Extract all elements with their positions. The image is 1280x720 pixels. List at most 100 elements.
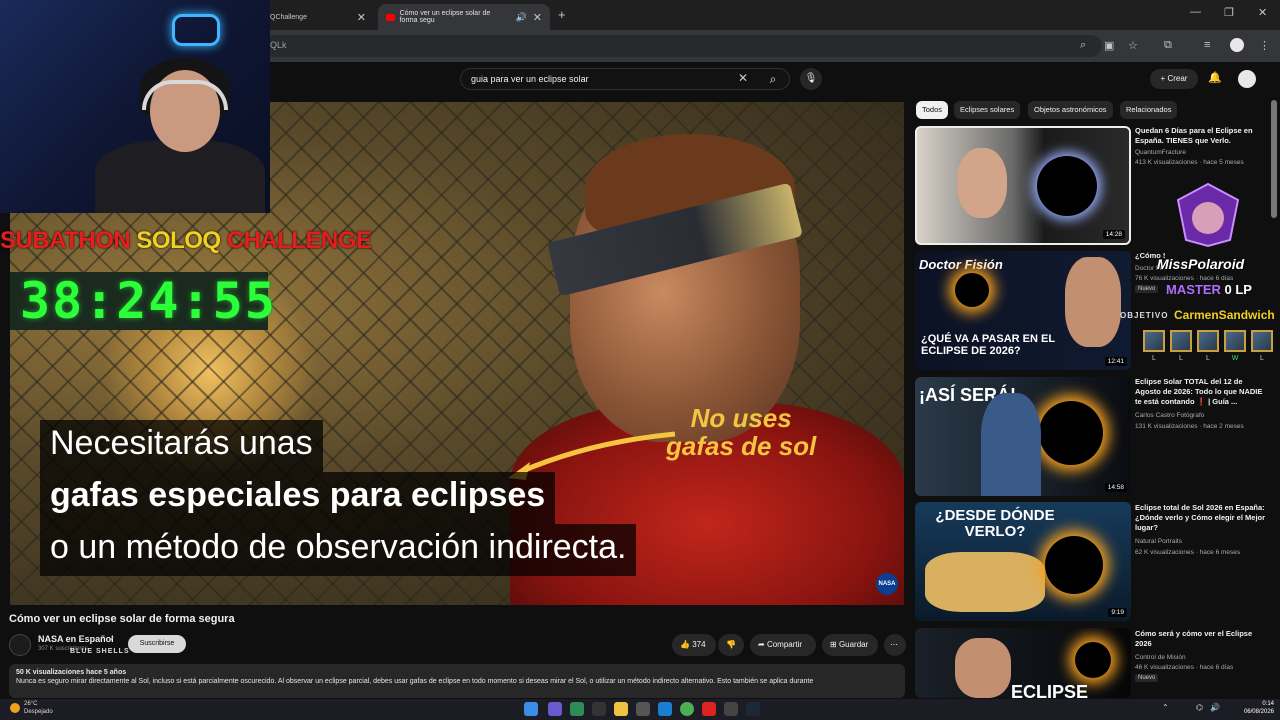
- objective-target: CarmenSandwich: [1174, 308, 1275, 322]
- new-badge: Nuevo: [1135, 674, 1159, 682]
- browser-menu-icon[interactable]: ⋮: [1259, 39, 1270, 52]
- address-bar[interactable]: QLk: [262, 35, 1102, 57]
- related-video-title[interactable]: Cómo será y cómo ver el Eclipse 2026: [1135, 629, 1270, 649]
- thumb-text: ¿DESDE DÓNDE VERLO?: [935, 507, 1055, 540]
- like-button[interactable]: 👍 374: [672, 634, 716, 656]
- taskbar-app-icon[interactable]: [702, 702, 716, 716]
- video-duration: 14:58: [1104, 483, 1127, 492]
- master-rank-emblem-icon: [1176, 182, 1240, 248]
- presenter-figure: [981, 393, 1041, 496]
- windows-start-icon[interactable]: [524, 702, 538, 716]
- close-window-icon[interactable]: ✕: [1258, 6, 1267, 19]
- minimize-window-icon[interactable]: —: [1190, 6, 1201, 18]
- subathon-word: SUBATHON: [0, 227, 137, 254]
- browser-tab-active[interactable]: Cómo ver un eclipse solar de forma segu …: [378, 4, 550, 30]
- channel-avatar[interactable]: [9, 634, 31, 656]
- create-label: Crear: [1167, 74, 1188, 83]
- file-explorer-icon[interactable]: [614, 702, 628, 716]
- presenter-face: [957, 148, 1007, 218]
- video-thumbnail[interactable]: Doctor Fisión ¿QUÉ VA A PASAR EN EL ECLI…: [915, 251, 1131, 370]
- video-thumbnail[interactable]: 14:28: [915, 126, 1131, 245]
- chip-todos[interactable]: Todos: [916, 101, 949, 119]
- scrollbar[interactable]: [1271, 100, 1277, 218]
- new-badge: Nuevo: [1135, 285, 1159, 293]
- video-duration: 14:28: [1102, 230, 1125, 239]
- clear-search-icon[interactable]: ✕: [738, 71, 748, 85]
- webcam-overlay: [0, 0, 270, 213]
- chrome-icon[interactable]: [680, 702, 694, 716]
- video-thumbnail[interactable]: ¿DESDE DÓNDE VERLO? 9:19: [915, 502, 1131, 621]
- zoom-icon[interactable]: ⌕: [1080, 39, 1086, 52]
- weather-widget[interactable]: 26°C Despejado: [24, 700, 53, 716]
- description-box[interactable]: 50 K visualizaciones hace 5 años Nunca e…: [9, 664, 905, 698]
- video-title: Cómo ver un eclipse solar de forma segur…: [9, 613, 235, 625]
- taskbar-app-icon[interactable]: [724, 702, 738, 716]
- save-label: Guardar: [838, 640, 869, 649]
- chip-relacionados[interactable]: Relacionados: [1120, 101, 1178, 119]
- nasa-logo: NASA: [876, 573, 898, 595]
- taskbar-app-icon[interactable]: [548, 702, 562, 716]
- eclipse-icon: [955, 273, 989, 307]
- channel-name[interactable]: NASA en Español: [38, 634, 114, 644]
- network-icon[interactable]: ⌬: [1196, 703, 1203, 712]
- weather-desc: Despejado: [24, 709, 53, 715]
- related-channel[interactable]: QuantumFracture: [1135, 148, 1270, 157]
- verified-icon: ✔: [108, 635, 115, 644]
- bookmark-star-icon[interactable]: ☆: [1128, 39, 1138, 52]
- extensions-icon[interactable]: ⧉: [1164, 39, 1172, 52]
- chip-eclipses-solares[interactable]: Eclipses solares: [954, 101, 1021, 119]
- profile-icon[interactable]: [1230, 38, 1244, 52]
- maximize-window-icon[interactable]: ❐: [1224, 6, 1234, 19]
- eclipse-icon: [1045, 536, 1103, 594]
- thumbs-up-icon: 👍: [680, 640, 690, 649]
- eclipse-icon: [1037, 156, 1097, 216]
- related-video-title[interactable]: Eclipse total de Sol 2026 en España: ¿Dó…: [1135, 503, 1270, 533]
- champion-icon: [1224, 330, 1246, 352]
- taskbar-app-icon[interactable]: [570, 702, 584, 716]
- taskbar-clock[interactable]: 0:14 06/08/2026: [1234, 700, 1274, 716]
- champion-icon: [1143, 330, 1165, 352]
- close-tab-icon[interactable]: ✕: [357, 11, 366, 24]
- more-actions-icon[interactable]: ⋯: [884, 634, 906, 656]
- clock-time: 0:14: [1262, 701, 1274, 707]
- cast-icon[interactable]: ▣: [1104, 39, 1114, 52]
- close-tab-icon[interactable]: ✕: [533, 11, 542, 24]
- volume-icon[interactable]: 🔊: [1210, 703, 1220, 712]
- create-button[interactable]: + Crear: [1150, 69, 1198, 89]
- related-video-title[interactable]: Eclipse Solar TOTAL del 12 de Agosto de …: [1135, 377, 1270, 407]
- browser-tab[interactable]: QChallenge ✕: [262, 4, 374, 30]
- rank-tier: MASTER: [1166, 282, 1221, 297]
- audio-playing-icon[interactable]: 🔊: [516, 12, 527, 23]
- description-meta: 50 K visualizaciones hace 5 años: [16, 669, 127, 676]
- avatar[interactable]: [1238, 70, 1256, 88]
- share-button[interactable]: ➦ Compartir: [750, 634, 816, 656]
- match-result: W: [1231, 355, 1239, 362]
- related-channel[interactable]: Carlos Castro Fotógrafo: [1135, 411, 1270, 420]
- share-label: Compartir: [766, 640, 803, 649]
- video-thumbnail[interactable]: ECLIPSE: [915, 628, 1131, 698]
- eclipse-icon: [1039, 401, 1103, 465]
- save-button[interactable]: ⊞ Guardar: [822, 634, 878, 656]
- taskbar-app-icon[interactable]: [636, 702, 650, 716]
- blue-shells-label: BLUE SHELLS: [70, 648, 130, 655]
- microphone-icon[interactable]: 🎙: [800, 68, 822, 90]
- notifications-bell-icon[interactable]: 🔔: [1208, 71, 1222, 84]
- video-thumbnail[interactable]: ¡ASÍ SERÁ! 14:58: [915, 377, 1131, 496]
- subscribe-button[interactable]: Suscribirse: [128, 635, 186, 653]
- tray-chevron-icon[interactable]: ⌃: [1162, 703, 1169, 712]
- champion-icon: [1170, 330, 1192, 352]
- edge-icon[interactable]: [658, 702, 672, 716]
- related-channel[interactable]: Natural Portraits: [1135, 537, 1270, 546]
- steam-icon[interactable]: [746, 702, 760, 716]
- chip-objetos-astronomicos[interactable]: Objetos astronómicos: [1028, 101, 1113, 119]
- dislike-button[interactable]: 👎: [718, 634, 744, 656]
- search-icon[interactable]: ⌕: [758, 68, 788, 90]
- media-control-icon[interactable]: ≡: [1204, 39, 1210, 51]
- related-video-title[interactable]: Quedan 6 Días para el Eclipse en España.…: [1135, 126, 1270, 146]
- subtitle-line: Necesitarás unas: [40, 420, 323, 472]
- new-tab-icon[interactable]: +: [558, 7, 566, 22]
- related-meta: 62 K visualizaciones · hace 6 meses: [1135, 549, 1241, 556]
- related-channel[interactable]: Control de Misión: [1135, 653, 1270, 662]
- thumb-text: ECLIPSE: [1011, 682, 1089, 698]
- terminal-icon[interactable]: [592, 702, 606, 716]
